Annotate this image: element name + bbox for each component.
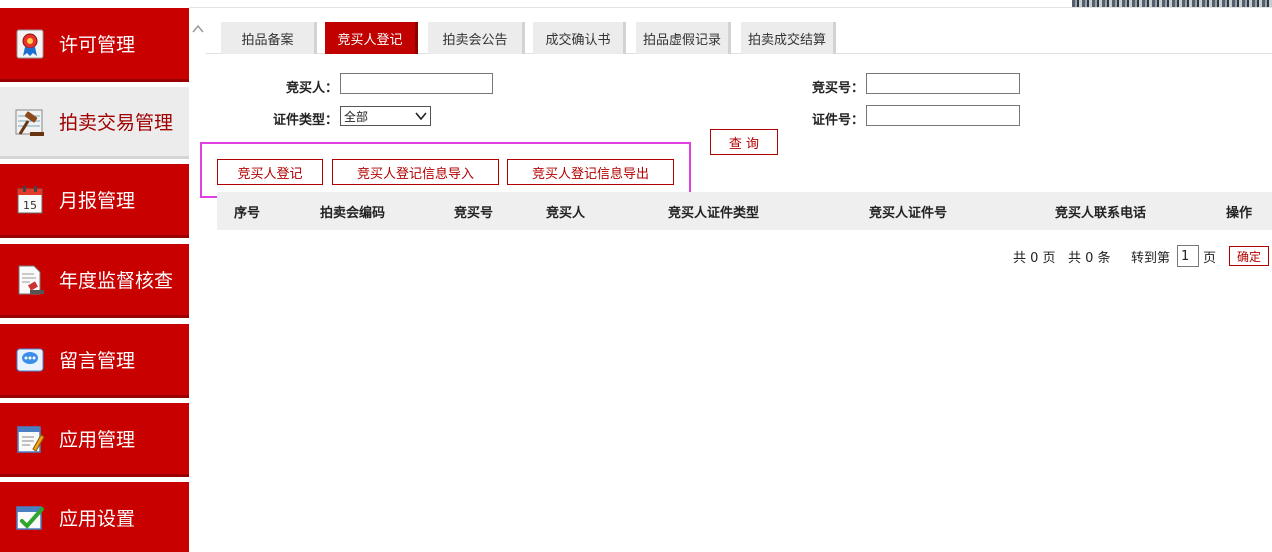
sidebar-item-app-management[interactable]: 应用管理 xyxy=(0,403,189,477)
pager-total-pages: 共 0 页 xyxy=(1013,251,1056,266)
sidebar: 许可管理 拍卖交易管理 15 月报管理 年度监督核查 留言管理 应用管理 应用设… xyxy=(0,0,189,552)
column-header-phone: 竞买人联系电话 xyxy=(1055,205,1147,221)
id-number-input[interactable] xyxy=(866,105,1020,126)
column-header-bidder: 竞买人 xyxy=(546,205,586,221)
pager-goto-suffix: 页 xyxy=(1203,251,1217,266)
chevron-down-icon xyxy=(415,112,427,121)
bidder-input[interactable] xyxy=(340,73,493,94)
top-bar xyxy=(189,0,1272,8)
pager-total-items: 共 0 条 xyxy=(1068,251,1111,266)
calendar-day-text: 15 xyxy=(23,199,37,212)
column-header-bid-number: 竞买号 xyxy=(454,205,494,221)
bid-number-input[interactable] xyxy=(866,73,1020,94)
id-number-label: 证件号： xyxy=(811,113,864,128)
pager-page-input[interactable]: 1 xyxy=(1177,245,1199,267)
bidder-label: 竞买人： xyxy=(285,81,338,96)
tab-deal-confirmation[interactable]: 成交确认书 xyxy=(533,22,626,54)
bid-number-label: 竞买号： xyxy=(811,81,864,96)
sidebar-item-auction-trade[interactable]: 拍卖交易管理 xyxy=(0,87,189,159)
id-type-label: 证件类型： xyxy=(272,113,338,128)
sidebar-item-annual-audit[interactable]: 年度监督核查 xyxy=(0,244,189,318)
sidebar-item-app-settings[interactable]: 应用设置 xyxy=(0,482,189,552)
sidebar-item-label: 留言管理 xyxy=(59,350,136,372)
checklist-icon xyxy=(16,506,44,530)
document-stamp-icon xyxy=(18,265,44,294)
award-ribbon-icon xyxy=(16,29,44,58)
sidebar-item-messages[interactable]: 留言管理 xyxy=(0,324,189,398)
sidebar-item-label: 年度监督核查 xyxy=(59,270,174,292)
tab-auction-announcement[interactable]: 拍卖会公告 xyxy=(428,22,525,54)
sidebar-item-monthly-report[interactable]: 15 月报管理 xyxy=(0,164,189,238)
tab-item-filing[interactable]: 拍品备案 xyxy=(221,22,317,54)
query-button[interactable]: 查 询 xyxy=(710,129,778,155)
tab-bidder-registration[interactable]: 竞买人登记 xyxy=(325,22,418,54)
tab-bar: 拍品备案 竞买人登记 拍卖会公告 成交确认书 拍品虚假记录 拍卖成交结算 xyxy=(206,22,1272,54)
column-header-actions: 操作 xyxy=(1226,205,1253,221)
import-bidder-info-button[interactable]: 竞买人登记信息导入 xyxy=(332,159,499,185)
export-bidder-info-button[interactable]: 竞买人登记信息导出 xyxy=(507,159,674,185)
table-header: 序号 拍卖会编码 竞买号 竞买人 竞买人证件类型 竞买人证件号 竞买人联系电话 … xyxy=(217,192,1272,230)
sidebar-item-label: 许可管理 xyxy=(59,34,136,56)
sidebar-item-label: 应用设置 xyxy=(59,507,136,530)
speech-bubble-icon xyxy=(16,348,44,371)
column-header-id-type: 竞买人证件类型 xyxy=(668,205,760,221)
gavel-icon xyxy=(15,109,44,136)
sidebar-item-label: 应用管理 xyxy=(59,429,136,451)
sidebar-item-license[interactable]: 许可管理 xyxy=(0,8,189,82)
column-header-auction-code: 拍卖会编码 xyxy=(320,205,386,221)
id-type-selected-value: 全部 xyxy=(344,109,369,124)
id-type-select[interactable]: 全部 xyxy=(340,106,431,126)
pager-goto-prefix: 转到第 xyxy=(1131,251,1171,266)
register-bidder-button[interactable]: 竞买人登记 xyxy=(217,159,323,185)
header-image-strip xyxy=(1072,0,1272,7)
column-header-id-number: 竞买人证件号 xyxy=(869,205,948,221)
tab-false-records[interactable]: 拍品虚假记录 xyxy=(636,22,731,54)
column-header-index: 序号 xyxy=(234,205,261,221)
sidebar-item-label: 拍卖交易管理 xyxy=(59,112,174,134)
pager-confirm-button[interactable]: 确定 xyxy=(1229,246,1269,266)
edit-form-icon xyxy=(17,425,45,453)
app-root: 许可管理 拍卖交易管理 15 月报管理 年度监督核查 留言管理 应用管理 应用设… xyxy=(0,0,1272,552)
sidebar-item-label: 月报管理 xyxy=(59,190,136,212)
chevron-up-icon[interactable] xyxy=(191,22,205,36)
calendar-icon: 15 xyxy=(17,185,43,213)
tab-deal-settlement[interactable]: 拍卖成交结算 xyxy=(741,22,836,54)
